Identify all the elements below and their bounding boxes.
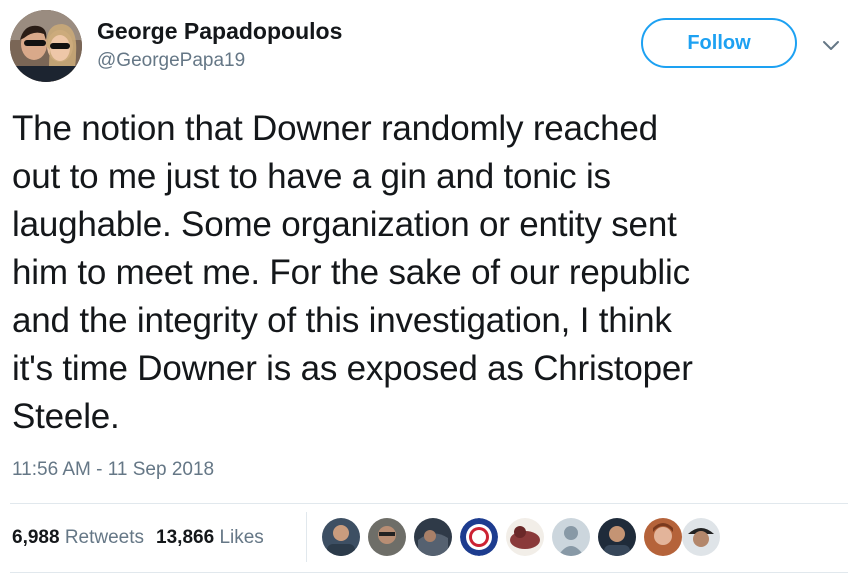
follow-button[interactable]: Follow: [641, 18, 797, 68]
liker-avatar[interactable]: [644, 518, 682, 556]
liker-photo-icon: [598, 518, 636, 556]
likes-count: 13,866: [156, 527, 215, 548]
liker-photo-icon: [682, 518, 720, 556]
tweet-text-line: it's time Downer is as exposed as Christ…: [12, 349, 693, 388]
tweet-text-line: laughable. Some organization or entity s…: [12, 205, 677, 244]
stats-separator: [306, 512, 307, 562]
divider: [10, 503, 848, 504]
retweets-stat[interactable]: 6,988 Retweets: [12, 527, 144, 548]
tweet-text: The notion that Downer randomly reached …: [12, 105, 847, 441]
liker-photo-icon: [322, 518, 360, 556]
avatar-photo-icon: [10, 10, 82, 82]
liker-photo-icon: [506, 518, 544, 556]
liker-avatar[interactable]: [598, 518, 636, 556]
author-name[interactable]: George Papadopoulos: [97, 18, 342, 45]
default-avatar-icon: [552, 518, 590, 556]
cubs-logo-icon: [460, 518, 498, 556]
liker-avatar[interactable]: [552, 518, 590, 556]
retweets-count: 6,988: [12, 527, 60, 548]
engagement-stats: 6,988 Retweets 13,866 Likes: [12, 527, 264, 549]
tweet-text-line: him to meet me. For the sake of our repu…: [12, 253, 690, 292]
tweet-text-line: and the integrity of this investigation,…: [12, 301, 672, 340]
retweets-label: Retweets: [64, 527, 145, 548]
liker-avatar[interactable]: [682, 518, 720, 556]
liker-avatar[interactable]: [506, 518, 544, 556]
liker-avatar[interactable]: [322, 518, 360, 556]
divider: [10, 572, 848, 573]
tweet-text-line: The notion that Downer randomly reached: [12, 109, 658, 148]
author-handle[interactable]: @GeorgePapa19: [97, 50, 245, 72]
tweet-text-line: Steele.: [12, 397, 120, 436]
liker-photo-icon: [414, 518, 452, 556]
liker-avatar[interactable]: [368, 518, 406, 556]
chevron-down-icon: [823, 41, 839, 50]
liker-photo-icon: [368, 518, 406, 556]
liker-avatar[interactable]: [460, 518, 498, 556]
tweet-timestamp[interactable]: 11:56 AM - 11 Sep 2018: [12, 459, 214, 481]
more-options-button[interactable]: [820, 34, 842, 56]
liker-avatar[interactable]: [414, 518, 452, 556]
likes-label: Likes: [219, 527, 264, 548]
tweet-text-line: out to me just to have a gin and tonic i…: [12, 157, 611, 196]
likes-stat[interactable]: 13,866 Likes: [156, 527, 264, 548]
liker-photo-icon: [644, 518, 682, 556]
author-avatar[interactable]: [10, 10, 82, 82]
